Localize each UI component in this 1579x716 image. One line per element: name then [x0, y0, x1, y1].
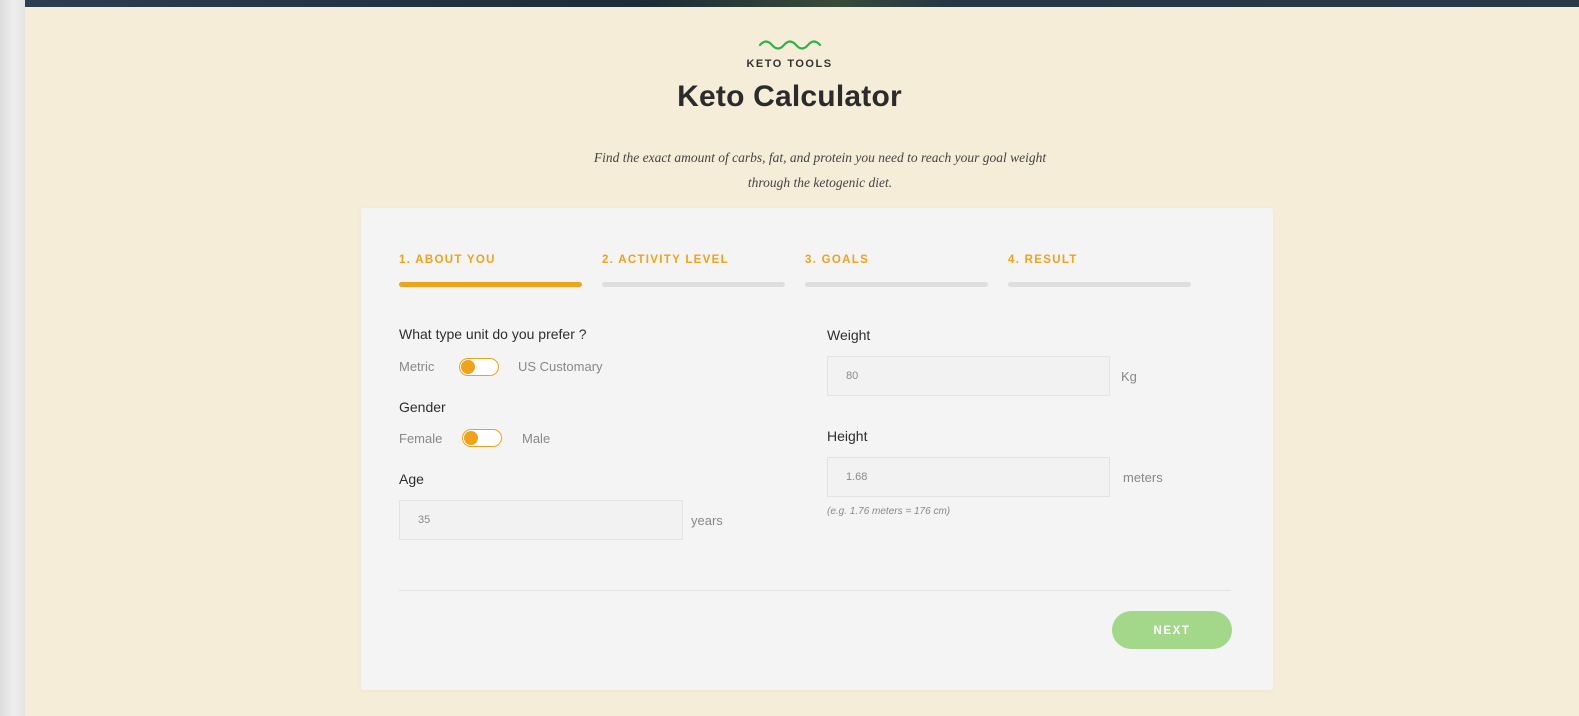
- step-progress-bar: [805, 282, 988, 287]
- gender-toggle[interactable]: [462, 429, 502, 447]
- age-label: Age: [399, 471, 424, 487]
- height-unit: meters: [1123, 470, 1163, 485]
- height-hint: (e.g. 1.76 meters = 176 cm): [827, 506, 951, 517]
- subtitle-line-1: Find the exact amount of carbs, fat, and…: [593, 150, 1047, 165]
- age-input[interactable]: 35: [399, 500, 683, 540]
- step-progress-bar: [602, 282, 785, 287]
- next-button[interactable]: NEXT: [1112, 611, 1232, 649]
- unit-option-metric: Metric: [399, 359, 435, 374]
- toggle-knob: [464, 431, 478, 445]
- age-unit: years: [691, 513, 723, 528]
- weight-unit: Kg: [1121, 369, 1137, 384]
- gender-label: Gender: [399, 399, 446, 415]
- step-progress-bar: [399, 282, 582, 287]
- hero-image-strip: [25, 0, 1579, 7]
- page-subtitle: Find the exact amount of carbs, fat, and…: [540, 145, 1100, 195]
- section-eyebrow: KETO TOOLS: [746, 58, 833, 70]
- page-title: Keto Calculator: [677, 80, 902, 113]
- form-divider: [399, 590, 1231, 591]
- height-label: Height: [827, 428, 868, 444]
- step-label: 2. ACTIVITY LEVEL: [602, 254, 729, 266]
- weight-label: Weight: [827, 327, 871, 343]
- height-input[interactable]: 1.68: [827, 457, 1110, 497]
- step-goals[interactable]: 3. GOALS: [805, 254, 988, 287]
- unit-option-us-customary: US Customary: [518, 359, 603, 374]
- step-label: 1. ABOUT YOU: [399, 254, 496, 266]
- step-activity-level[interactable]: 2. ACTIVITY LEVEL: [602, 254, 785, 287]
- unit-question: What type unit do you prefer ?: [399, 326, 587, 342]
- step-progress-bar: [1008, 282, 1191, 287]
- step-result[interactable]: 4. RESULT: [1008, 254, 1191, 287]
- subtitle-line-2: through the ketogenic diet.: [747, 175, 893, 190]
- unit-toggle[interactable]: [459, 358, 499, 376]
- squiggle-icon: [758, 40, 821, 50]
- step-label: 4. RESULT: [1008, 254, 1078, 266]
- toggle-knob: [461, 360, 475, 374]
- gender-option-male: Male: [522, 431, 551, 446]
- calculator-header: KETO TOOLS Keto Calculator: [0, 36, 1579, 114]
- gender-option-female: Female: [399, 431, 443, 446]
- step-label: 3. GOALS: [805, 254, 870, 266]
- step-about-you[interactable]: 1. ABOUT YOU: [399, 254, 582, 287]
- calculator-card: 1. ABOUT YOU 2. ACTIVITY LEVEL 3. GOALS …: [361, 208, 1273, 690]
- weight-input[interactable]: 80: [827, 356, 1110, 396]
